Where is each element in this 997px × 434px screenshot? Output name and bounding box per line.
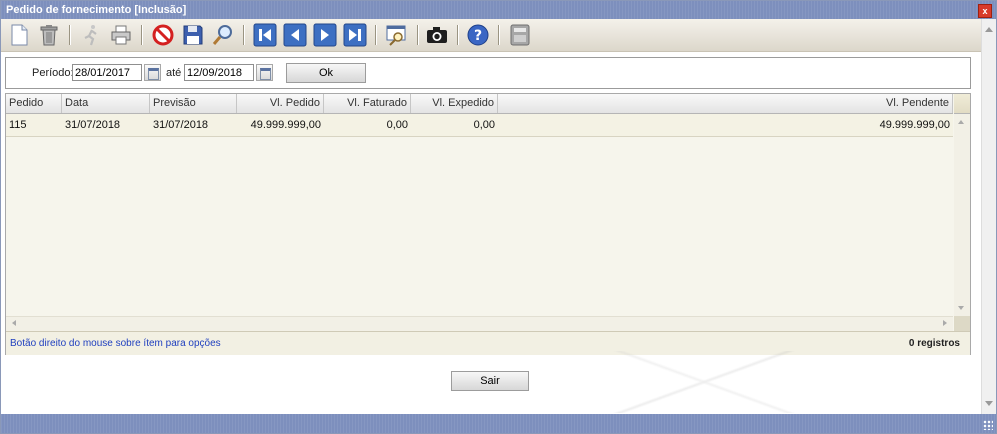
dialog-window: Pedido de fornecimento [Inclusão] x ? Pe… <box>0 0 997 434</box>
table-row[interactable]: 115 31/07/2018 31/07/2018 49.999.999,00 … <box>6 114 953 137</box>
scroll-corner <box>954 316 970 331</box>
scroll-up-icon[interactable] <box>985 27 993 32</box>
period-label: Período: <box>32 67 74 79</box>
run-icon[interactable] <box>79 23 103 47</box>
column-header-vl-expedido[interactable]: Vl. Expedido <box>411 94 498 113</box>
cell-previsao: 31/07/2018 <box>153 119 209 131</box>
next-record-icon[interactable] <box>313 23 337 47</box>
column-header-vl-pendente[interactable]: Vl. Pendente <box>498 94 953 113</box>
title-bar[interactable]: Pedido de fornecimento [Inclusão] x <box>1 1 996 19</box>
context-menu-hint: Botão direito do mouse sobre ítem para o… <box>10 338 221 349</box>
previous-record-icon[interactable] <box>283 23 307 47</box>
cell-vl-faturado: 0,00 <box>386 119 408 131</box>
cell-vl-pendente: 49.999.999,00 <box>879 119 950 131</box>
help-icon[interactable]: ? <box>466 23 490 47</box>
record-count: 0 registros <box>908 338 960 349</box>
scroll-down-icon[interactable] <box>985 401 993 406</box>
first-record-icon[interactable] <box>253 23 277 47</box>
calculator-icon[interactable] <box>508 23 532 47</box>
resize-grip-icon[interactable] <box>983 420 993 430</box>
cell-vl-expedido: 0,00 <box>473 119 495 131</box>
new-document-icon[interactable] <box>7 23 31 47</box>
printer-icon[interactable] <box>109 23 133 47</box>
to-label: até <box>166 67 182 79</box>
table-scroll-down-icon[interactable] <box>958 306 964 310</box>
date-from-calendar-icon[interactable] <box>144 64 161 81</box>
date-to-calendar-icon[interactable] <box>256 64 273 81</box>
cell-vl-pedido: 49.999.999,00 <box>250 119 321 131</box>
cell-data: 31/07/2018 <box>65 119 121 131</box>
date-from-input[interactable] <box>72 64 142 81</box>
table-vertical-scrollbar[interactable] <box>954 114 970 316</box>
exit-button[interactable]: Sair <box>451 371 529 391</box>
table-horizontal-scrollbar[interactable] <box>6 316 953 331</box>
table-header: Pedido Data Previsão Vl. Pedido Vl. Fatu… <box>6 94 953 114</box>
table-scroll-right-icon[interactable] <box>943 320 947 326</box>
toolbar: ? <box>1 19 981 52</box>
orders-table: Pedido Data Previsão Vl. Pedido Vl. Fatu… <box>5 93 971 355</box>
background-watermark <box>451 351 971 413</box>
save-icon[interactable] <box>181 23 205 47</box>
table-scroll-up-icon[interactable] <box>958 120 964 124</box>
svg-text:?: ? <box>474 28 482 44</box>
status-bar <box>1 414 996 433</box>
column-header-vl-faturado[interactable]: Vl. Faturado <box>324 94 411 113</box>
cancel-icon[interactable] <box>151 23 175 47</box>
column-header-data[interactable]: Data <box>62 94 150 113</box>
ok-button[interactable]: Ok <box>286 63 366 83</box>
window-vertical-scrollbar[interactable] <box>981 19 996 414</box>
table-scroll-left-icon[interactable] <box>12 320 16 326</box>
column-header-previsao[interactable]: Previsão <box>150 94 237 113</box>
column-header-vl-pedido[interactable]: Vl. Pedido <box>237 94 324 113</box>
search-icon[interactable] <box>211 23 235 47</box>
column-header-pedido[interactable]: Pedido <box>6 94 62 113</box>
header-corner <box>954 94 970 114</box>
preview-icon[interactable] <box>385 23 409 47</box>
period-filter: Período: até Ok <box>5 57 971 89</box>
window-title: Pedido de fornecimento [Inclusão] <box>6 4 187 16</box>
camera-icon[interactable] <box>425 23 449 47</box>
cell-pedido: 115 <box>9 119 27 131</box>
last-record-icon[interactable] <box>343 23 367 47</box>
date-to-input[interactable] <box>184 64 254 81</box>
trash-icon[interactable] <box>37 23 61 47</box>
close-button[interactable]: x <box>978 4 992 18</box>
